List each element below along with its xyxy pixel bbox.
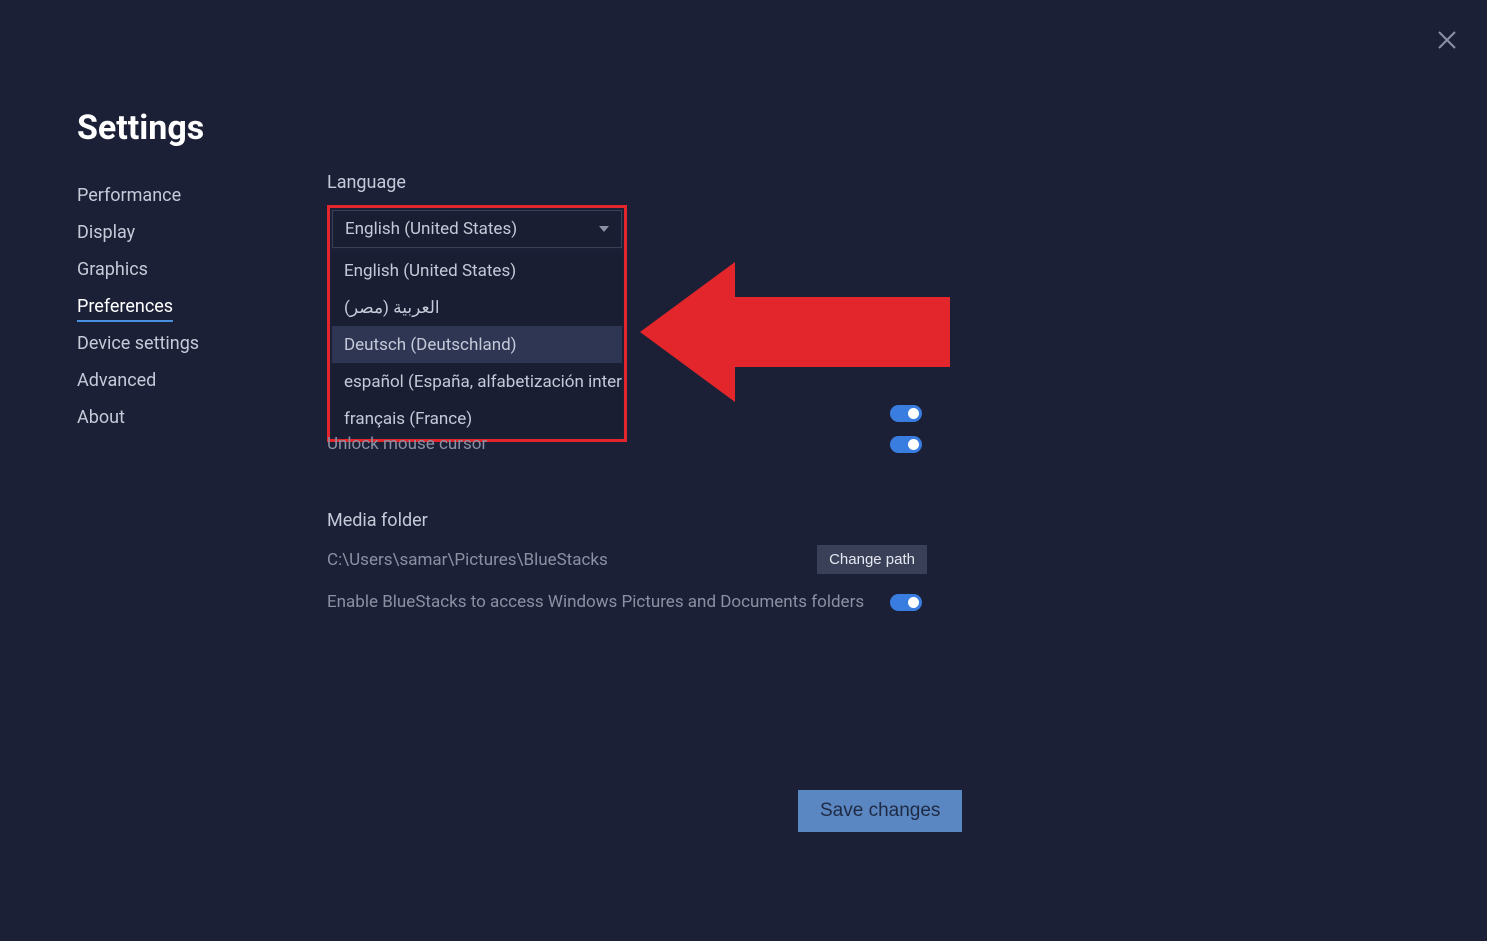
settings-sidebar: Performance Display Graphics Preferences…	[77, 177, 277, 436]
language-option-deutsch-de[interactable]: Deutsch (Deutschland)	[332, 326, 622, 363]
page-title: Settings	[77, 108, 204, 148]
language-dropdown[interactable]: English (United States)	[332, 210, 622, 248]
language-option-english-us[interactable]: English (United States)	[332, 252, 622, 289]
sidebar-item-graphics[interactable]: Graphics	[77, 251, 277, 288]
close-button[interactable]	[1435, 28, 1459, 52]
language-section-label: Language	[327, 172, 927, 193]
sidebar-item-display[interactable]: Display	[77, 214, 277, 251]
sidebar-item-preferences[interactable]: Preferences	[77, 288, 277, 325]
sidebar-item-label: Device settings	[77, 333, 199, 354]
hidden-toggle[interactable]	[890, 405, 922, 422]
sidebar-item-performance[interactable]: Performance	[77, 177, 277, 214]
media-folder-path: C:\Users\samar\Pictures\BlueStacks	[327, 550, 608, 570]
sidebar-item-label: Performance	[77, 185, 181, 206]
media-access-label: Enable BlueStacks to access Windows Pict…	[327, 592, 864, 612]
media-access-toggle[interactable]	[890, 594, 922, 611]
media-path-row: C:\Users\samar\Pictures\BlueStacks Chang…	[327, 545, 927, 574]
sidebar-item-label: Preferences	[77, 296, 173, 322]
sidebar-item-label: About	[77, 407, 125, 428]
sidebar-item-label: Display	[77, 222, 135, 243]
sidebar-item-label: Graphics	[77, 259, 148, 280]
media-access-row: Enable BlueStacks to access Windows Pict…	[327, 592, 922, 612]
sidebar-item-about[interactable]: About	[77, 399, 277, 436]
preferences-panel: Language English (United States) English…	[327, 172, 927, 442]
language-dropdown-value: English (United States)	[345, 219, 517, 239]
chevron-down-icon	[599, 226, 609, 232]
language-option-espanol-es[interactable]: español (España, alfabetización inter…	[332, 363, 622, 400]
language-option-arabic-eg[interactable]: العربية (مصر)	[332, 289, 622, 326]
save-changes-button[interactable]: Save changes	[798, 790, 962, 832]
sidebar-item-label: Advanced	[77, 370, 156, 391]
sidebar-item-advanced[interactable]: Advanced	[77, 362, 277, 399]
media-folder-section-label: Media folder	[327, 510, 927, 531]
hidden-toggle-row	[327, 399, 922, 428]
close-icon	[1435, 28, 1459, 52]
unlock-mouse-label: Unlock mouse cursor	[327, 434, 487, 454]
change-path-button[interactable]: Change path	[817, 545, 927, 574]
unlock-mouse-row: Unlock mouse cursor	[327, 428, 922, 460]
unlock-mouse-toggle[interactable]	[890, 436, 922, 453]
sidebar-item-device-settings[interactable]: Device settings	[77, 325, 277, 362]
